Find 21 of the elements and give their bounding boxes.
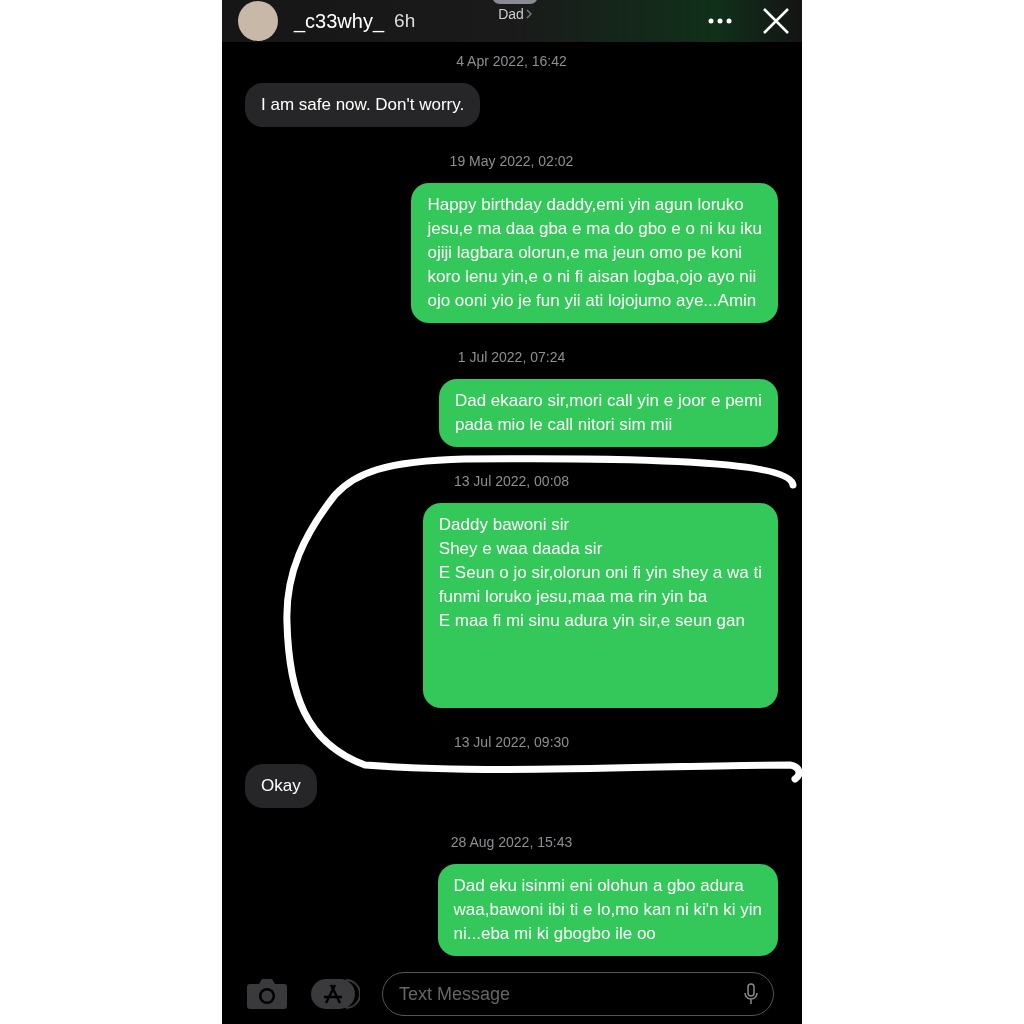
chevron-icon	[525, 9, 532, 19]
microphone-icon[interactable]	[744, 983, 758, 1005]
timestamp: 1 Jul 2022, 07:24	[457, 349, 566, 365]
more-icon[interactable]	[708, 18, 732, 24]
avatar-icon[interactable]	[238, 1, 278, 41]
post-age: 6h	[394, 10, 416, 32]
message-bubble: Okay	[245, 764, 317, 808]
timestamp: 28 Aug 2022, 15:43	[450, 834, 573, 850]
timestamp: 4 Apr 2022, 16:42	[456, 53, 567, 69]
message-field[interactable]: Text Message	[382, 972, 774, 1016]
timestamp: 13 Jul 2022, 09:30	[453, 734, 570, 750]
username[interactable]: _c33why_	[294, 9, 385, 33]
message-bubble: Dad ekaaro sir,mori call yin e joor e pemi pada mio le call nitori sim mii	[438, 379, 778, 447]
message-bubble: Daddy bawoni sir Shey e waa daada sir E Seun o jo sir,olorun oni fi yin shey a wa ti funmi loruko jesu,maa ma rin yin ba E maa fi mi sinu adura yin sir,e seun gan	[422, 503, 778, 708]
timestamp: 13 Jul 2022, 00:08	[453, 473, 570, 489]
message-bubble: I am safe now. Don't worry.	[245, 83, 481, 127]
close-icon[interactable]	[762, 7, 790, 35]
timestamp: 19 May 2022, 02:02	[449, 153, 574, 169]
message-bubble: Dad eku isinmi eni olohun a gbo adura waa,bawoni ibi ti e lo,mo kan ni ki'n ki yin ni...eba mi ki gbogbo ile oo	[437, 864, 778, 956]
contact-name[interactable]: Dad	[498, 6, 524, 22]
message-bubble: Happy birthday daddy,emi yin agun loruko jesu,e ma daa gba e ma do gbo e o ni ku iku ojiji lagbara olorun,e ma jeun omo pe koni koro lenu yin,e o ni fi aisan logba,ojo ayo nii ojo ooni yio je fun yii ati lojojumo aye...Amin	[411, 183, 778, 323]
